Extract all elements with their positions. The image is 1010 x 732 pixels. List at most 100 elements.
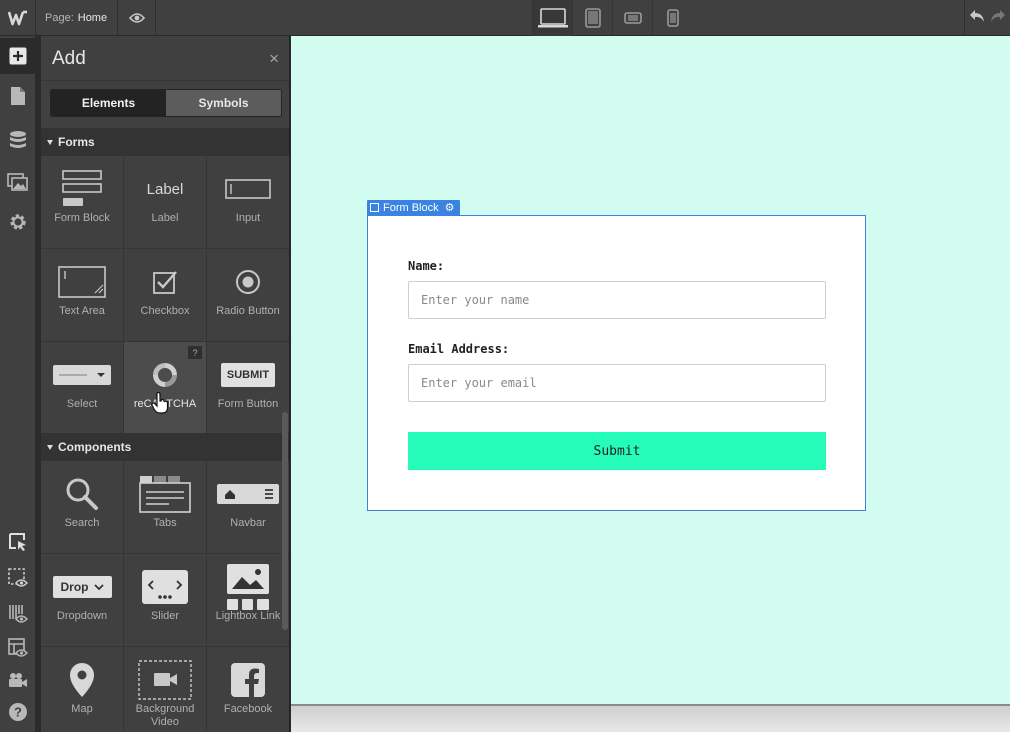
label-icon-text: Label <box>146 180 184 198</box>
element-label: Lightbox Link <box>215 610 281 622</box>
name-label: Name: <box>408 259 445 273</box>
video-tutorials-icon[interactable] <box>0 662 36 698</box>
left-toolbar: ? <box>0 36 36 732</box>
add-icon[interactable] <box>0 38 36 74</box>
section-components[interactable]: Components <box>41 433 289 461</box>
element-label: Form Button <box>217 398 279 410</box>
facebook-icon <box>207 647 289 703</box>
pages-icon[interactable] <box>0 78 36 114</box>
redo-icon[interactable] <box>990 9 1006 28</box>
text-area-icon <box>41 249 123 305</box>
map-pin-icon <box>41 647 123 703</box>
element-lightbox-link[interactable]: Lightbox Link <box>207 554 289 647</box>
element-label[interactable]: Label Label <box>124 156 207 249</box>
gear-icon[interactable]: ⚙ <box>445 201 455 214</box>
form-block-square-icon <box>370 203 379 212</box>
dropdown-icon: Drop <box>41 554 123 610</box>
radio-button-icon <box>207 249 289 305</box>
element-navbar[interactable]: Navbar <box>207 461 289 554</box>
search-icon <box>41 461 123 517</box>
preview-select-icon[interactable] <box>0 560 36 596</box>
element-label: Checkbox <box>140 305 190 317</box>
element-background-video[interactable]: Background Video <box>124 647 207 732</box>
svg-text:?: ? <box>14 705 22 720</box>
name-input[interactable]: Enter your name <box>408 281 826 319</box>
element-label: Label <box>151 212 179 224</box>
element-label: Radio Button <box>216 305 280 317</box>
element-label: Dropdown <box>56 610 108 622</box>
email-input[interactable]: Enter your email <box>408 364 826 402</box>
element-label: Input <box>235 212 261 224</box>
element-label: Background Video <box>135 703 195 728</box>
element-search[interactable]: Search <box>41 461 124 554</box>
designer-app: Page: Home ? Add × Elements Symbols Form… <box>0 0 1010 732</box>
form-block[interactable]: Name: Enter your name Email Address: Ent… <box>367 215 866 511</box>
element-label: Text Area <box>59 305 105 317</box>
background-video-icon <box>124 647 206 703</box>
element-facebook[interactable]: Facebook <box>207 647 289 732</box>
form-block-selection-tag[interactable]: Form Block ⚙ <box>367 200 460 215</box>
panel-title: Add <box>52 48 86 69</box>
submit-button[interactable]: Submit <box>408 432 826 470</box>
tab-symbols[interactable]: Symbols <box>166 90 281 116</box>
section-forms-title: Forms <box>58 135 95 149</box>
element-label: Tabs <box>153 517 177 529</box>
navbar-icon <box>207 461 289 517</box>
hand-cursor-icon <box>151 392 169 414</box>
layout-preview-icon[interactable] <box>0 630 36 666</box>
label-icon: Label <box>124 156 206 212</box>
slider-icon <box>124 554 206 610</box>
element-dropdown[interactable]: Drop Dropdown <box>41 554 124 647</box>
element-form-block[interactable]: Form Block <box>41 156 124 249</box>
tablet-icon[interactable] <box>572 0 612 36</box>
section-forms[interactable]: Forms <box>41 128 289 156</box>
form-block-icon <box>41 156 123 212</box>
settings-icon[interactable] <box>0 204 36 240</box>
panel-tabs: Elements Symbols <box>50 89 282 117</box>
element-checkbox[interactable]: Checkbox <box>124 249 207 342</box>
style-manager-icon[interactable] <box>0 596 36 632</box>
close-icon[interactable]: × <box>269 50 279 67</box>
undo-icon[interactable] <box>969 9 985 28</box>
element-recaptcha[interactable]: ? reCAPTCHA <box>124 342 207 435</box>
device-switcher <box>532 0 692 36</box>
element-slider[interactable]: Slider <box>124 554 207 647</box>
lightbox-link-icon <box>207 554 289 610</box>
element-radio-button[interactable]: Radio Button <box>207 249 289 342</box>
canvas-bottom-bar <box>291 704 1010 732</box>
form-button-icon-text: SUBMIT <box>220 363 276 387</box>
webflow-logo-icon[interactable] <box>0 0 36 36</box>
select-icon <box>41 342 123 398</box>
components-grid: Search Tabs Navbar Drop Dropdown Slider … <box>41 461 289 732</box>
help-icon[interactable]: ? <box>0 694 36 730</box>
tabs-icon <box>124 461 206 517</box>
preview-eye-icon[interactable] <box>118 0 156 36</box>
panel-header: Add × <box>41 36 289 81</box>
element-label: Facebook <box>223 703 273 715</box>
email-label: Email Address: <box>408 342 510 356</box>
element-label: Slider <box>150 610 180 622</box>
element-form-button[interactable]: SUBMIT Form Button <box>207 342 289 435</box>
mobile-portrait-icon[interactable] <box>652 0 692 36</box>
mobile-landscape-icon[interactable] <box>612 0 652 36</box>
caret-down-icon <box>47 444 53 450</box>
element-select[interactable]: Select <box>41 342 124 435</box>
element-label: Map <box>71 703 93 715</box>
assets-icon[interactable] <box>0 164 36 200</box>
element-text-area[interactable]: Text Area <box>41 249 124 342</box>
element-label: Search <box>64 517 100 529</box>
element-map[interactable]: Map <box>41 647 124 732</box>
cms-icon[interactable] <box>0 122 36 158</box>
form-button-icon: SUBMIT <box>207 342 289 398</box>
navigator-icon[interactable] <box>0 524 36 560</box>
desktop-icon[interactable] <box>532 0 572 36</box>
help-badge[interactable]: ? <box>188 346 202 359</box>
panel-scrollbar[interactable] <box>282 412 288 630</box>
element-input[interactable]: Input <box>207 156 289 249</box>
add-panel: Add × Elements Symbols Forms Form Block … <box>41 36 290 732</box>
tab-elements[interactable]: Elements <box>51 90 166 116</box>
top-bar: Page: Home <box>0 0 1010 36</box>
page-selector[interactable]: Page: Home <box>36 0 118 36</box>
caret-down-icon <box>47 139 53 145</box>
element-tabs[interactable]: Tabs <box>124 461 207 554</box>
